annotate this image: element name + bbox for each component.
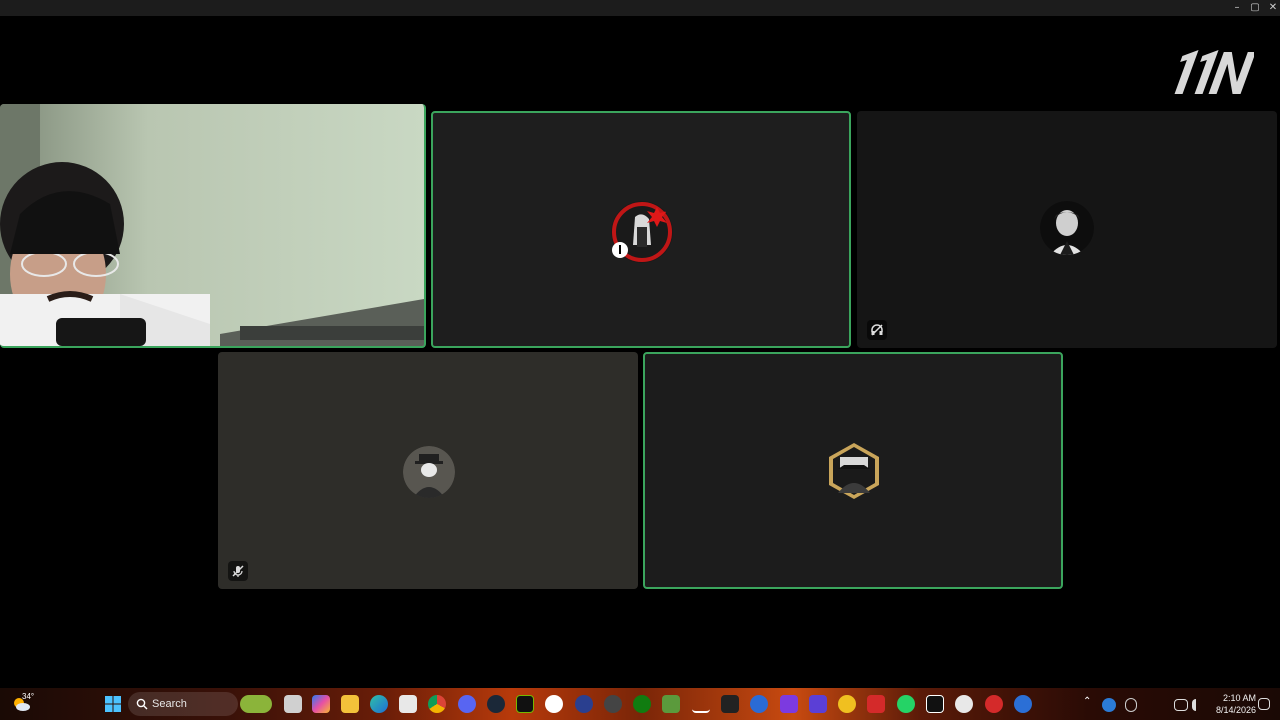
clock-time: 2:10 AM <box>1222 693 1256 703</box>
nvidia-app-icon[interactable] <box>604 695 622 713</box>
nvidia-icon[interactable] <box>516 695 534 713</box>
close-button[interactable]: ✕ <box>1262 0 1280 16</box>
search-placeholder: Search <box>152 698 187 710</box>
participant-webcam-tile[interactable] <box>0 104 426 348</box>
taskbar-clock[interactable]: 2:10 AM 8/14/2026 <box>1208 692 1256 716</box>
window-titlebar <box>0 0 1280 16</box>
gear-app-icon[interactable] <box>985 695 1003 713</box>
participant-4-avatar <box>403 446 455 498</box>
purple-app-icon[interactable] <box>809 695 827 713</box>
red-app-icon[interactable] <box>867 695 885 713</box>
participant-2-tile[interactable] <box>431 111 851 348</box>
muted-microphone-icon <box>228 561 248 581</box>
yellow-app-icon[interactable] <box>838 695 856 713</box>
file-explorer-icon[interactable] <box>341 695 359 713</box>
weather-temp: 34° <box>22 692 35 701</box>
webcam-video <box>0 104 424 346</box>
obs-icon[interactable] <box>545 695 563 713</box>
brand-logo <box>1174 50 1254 94</box>
app-icon[interactable] <box>750 695 768 713</box>
volume-icon[interactable] <box>1192 699 1204 711</box>
participant-4-tile[interactable] <box>218 352 638 589</box>
pen-icon[interactable] <box>692 695 710 713</box>
discord-icon[interactable] <box>458 695 476 713</box>
xbox-icon[interactable] <box>633 695 651 713</box>
participant-3-tile[interactable] <box>857 111 1277 348</box>
search-icon <box>136 698 148 710</box>
clock-date: 8/14/2026 <box>1215 705 1256 715</box>
taskbar-search[interactable]: Search <box>128 692 238 716</box>
twitch-icon[interactable] <box>780 695 798 713</box>
participant-3-avatar <box>1040 201 1094 255</box>
notifications-icon[interactable] <box>1258 698 1270 710</box>
participant-5-avatar <box>826 441 882 501</box>
widgets-icon[interactable] <box>240 695 272 713</box>
participant-5-tile[interactable] <box>643 352 1063 589</box>
copilot-icon[interactable] <box>312 695 330 713</box>
onedrive-icon[interactable] <box>1102 698 1116 712</box>
chrome-icon[interactable] <box>428 695 446 713</box>
capcut-icon[interactable] <box>721 695 739 713</box>
steelseries-icon[interactable] <box>1014 695 1032 713</box>
language-icon[interactable] <box>1150 698 1162 712</box>
participant-2-status-icon <box>612 242 628 258</box>
edge-icon[interactable] <box>370 695 388 713</box>
minecraft-icon[interactable] <box>662 695 680 713</box>
settings-icon[interactable] <box>955 695 973 713</box>
steam-icon[interactable] <box>487 695 505 713</box>
ea-icon[interactable] <box>575 695 593 713</box>
capcut-icon-2[interactable] <box>926 695 944 713</box>
task-view-icon[interactable] <box>284 695 302 713</box>
start-icon[interactable] <box>104 695 122 713</box>
tray-chevron-icon[interactable]: ⌃ <box>1083 696 1091 707</box>
muted-headphones-icon <box>867 320 887 340</box>
network-icon[interactable] <box>1174 699 1188 711</box>
store-icon[interactable] <box>399 695 417 713</box>
whatsapp-icon[interactable] <box>897 695 915 713</box>
microphone-icon[interactable] <box>1125 698 1137 712</box>
